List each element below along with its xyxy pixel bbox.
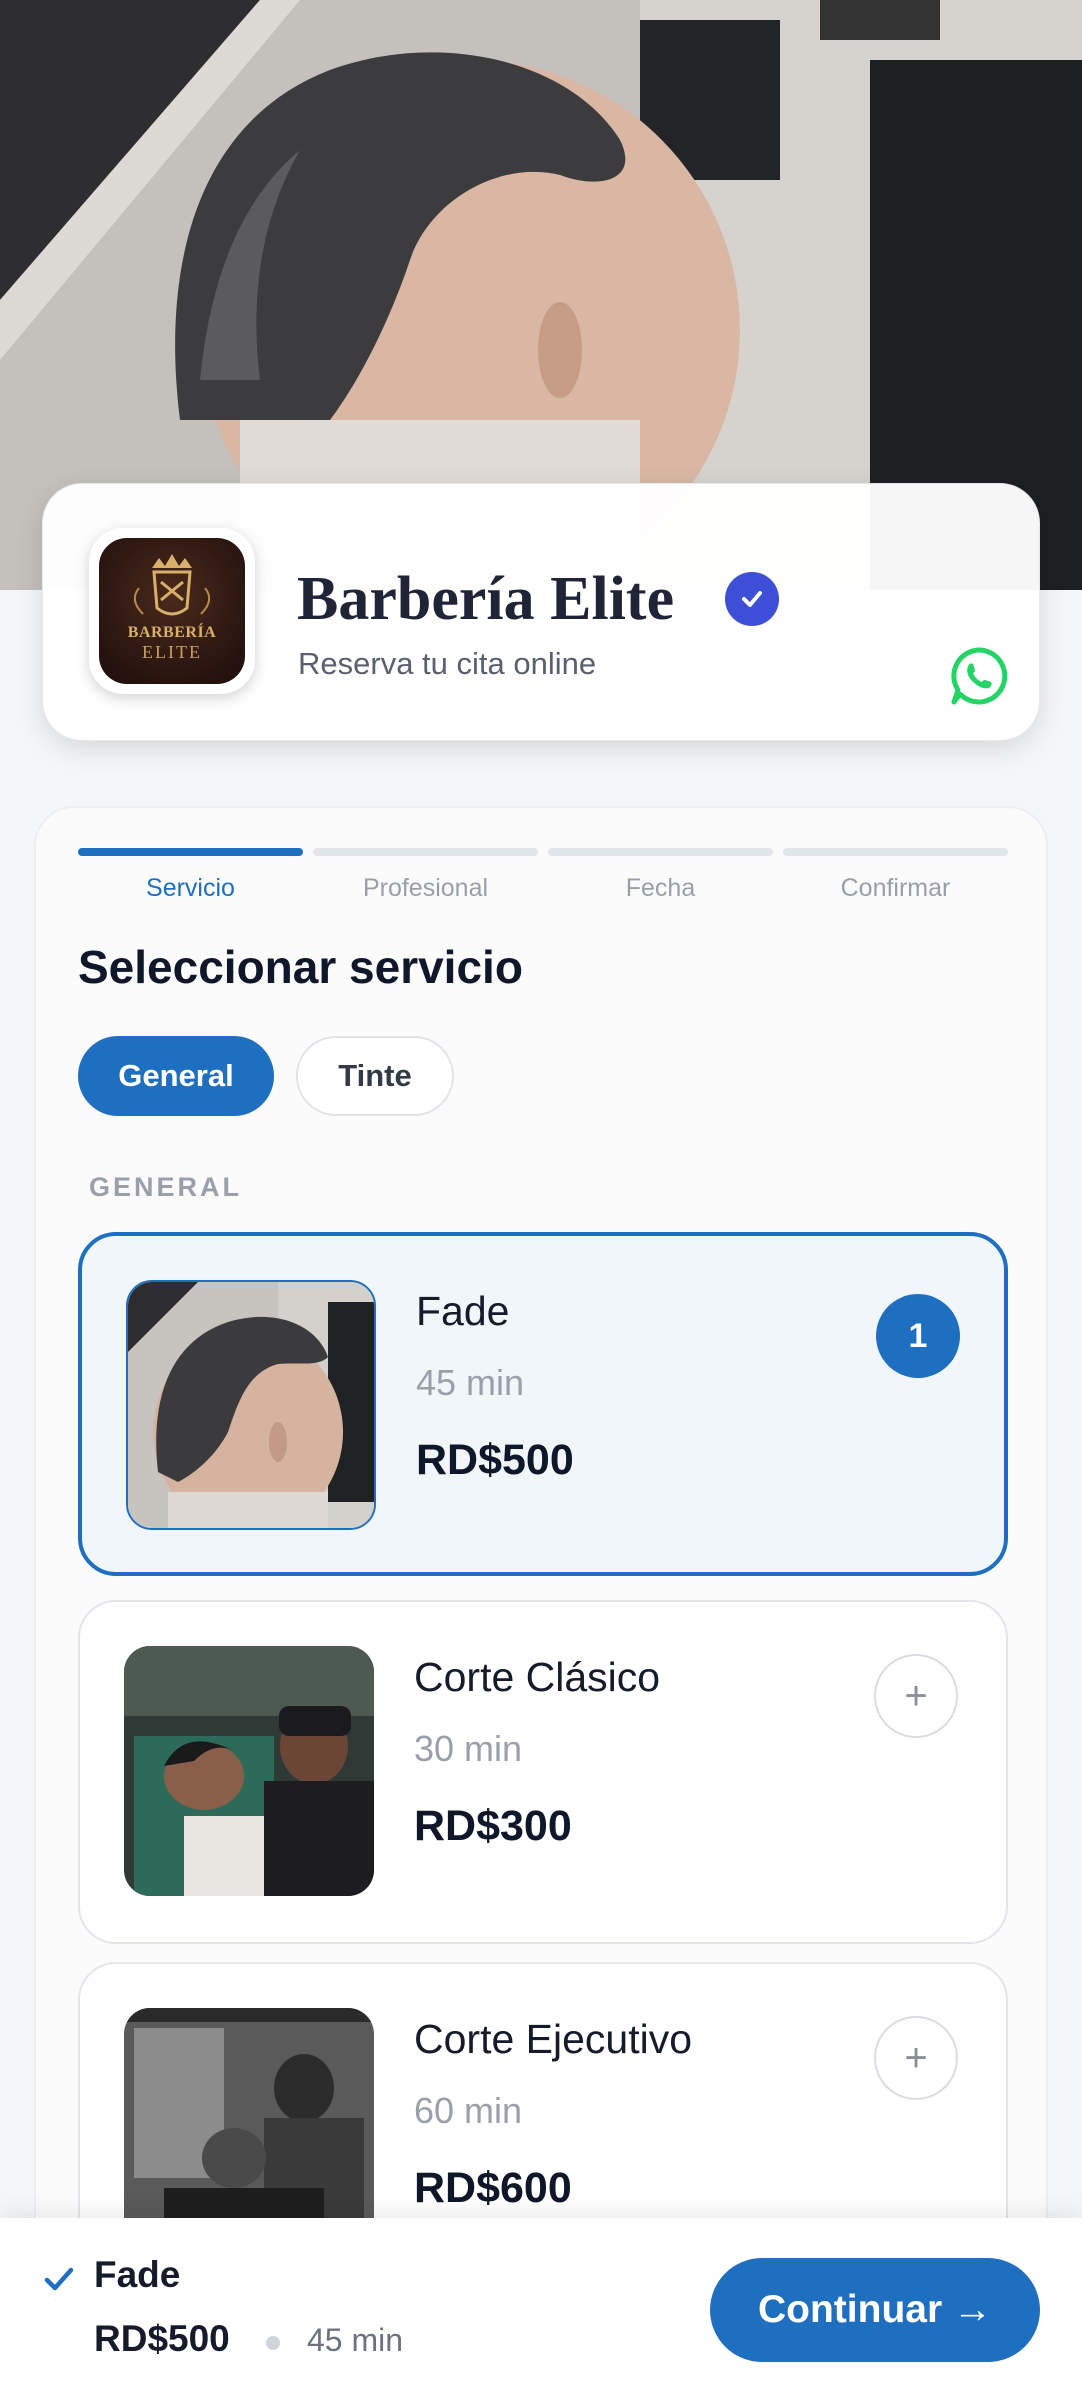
service-name: Corte Ejecutivo <box>414 2016 693 2062</box>
category-chip-general[interactable]: General <box>78 1036 274 1116</box>
service-thumbnail <box>126 1280 376 1530</box>
step-bar <box>78 848 303 856</box>
service-card-corte-clasico[interactable]: Corte Clásico 30 min RD$300 + <box>78 1600 1008 1944</box>
selected-count-badge[interactable]: 1 <box>876 1294 960 1378</box>
step-bar <box>313 848 538 856</box>
service-price: RD$300 <box>414 1802 572 1850</box>
step-fecha[interactable]: Fecha <box>548 848 773 903</box>
service-duration: 60 min <box>414 2090 523 2131</box>
whatsapp-icon[interactable] <box>946 644 1010 708</box>
brand-logo: BARBERÍA ELITE <box>89 528 255 694</box>
category-chip-tinte[interactable]: Tinte <box>296 1036 454 1116</box>
service-name: Corte Clásico <box>414 1654 661 1700</box>
booking-panel: Servicio Profesional Fecha Confirmar Sel… <box>34 806 1048 2402</box>
service-price: RD$500 <box>416 1436 574 1484</box>
step-label: Confirmar <box>840 874 951 902</box>
brand-name: Barbería Elite <box>297 565 675 633</box>
step-profesional[interactable]: Profesional <box>313 848 538 903</box>
service-thumbnail <box>124 1646 374 1896</box>
service-duration: 30 min <box>414 1728 523 1769</box>
continue-button[interactable]: Continuar → <box>710 2258 1040 2362</box>
step-servicio[interactable]: Servicio <box>78 848 303 903</box>
service-duration: 45 min <box>416 1362 525 1403</box>
verified-badge-icon <box>725 572 779 626</box>
step-confirmar[interactable]: Confirmar <box>783 848 1008 903</box>
summary-duration: 45 min <box>307 2322 404 2358</box>
separator-dot <box>266 2336 280 2350</box>
step-label: Servicio <box>146 874 235 902</box>
booking-summary-bar: Fade RD$500 45 min Continuar → <box>0 2218 1082 2402</box>
logo-text-bottom: ELITE <box>142 642 202 662</box>
summary-service-name: Fade <box>94 2254 181 2295</box>
add-service-button[interactable]: + <box>874 1654 958 1738</box>
step-bar <box>548 848 773 856</box>
group-label: GENERAL <box>89 1172 243 1202</box>
brand-card: BARBERÍA ELITE Barbería Elite Reserva tu… <box>42 483 1040 741</box>
brand-tagline: Reserva tu cita online <box>298 646 597 681</box>
summary-price: RD$500 <box>94 2318 230 2359</box>
service-price: RD$600 <box>414 2164 572 2212</box>
service-name: Fade <box>416 1288 510 1334</box>
logo-text-top: BARBERÍA <box>127 624 217 641</box>
step-bar <box>783 848 1008 856</box>
service-card-fade[interactable]: Fade 45 min RD$500 1 <box>78 1232 1008 1576</box>
step-label: Profesional <box>362 874 489 902</box>
logo-emblem: BARBERÍA ELITE <box>99 538 245 684</box>
section-title: Seleccionar servicio <box>78 941 523 993</box>
add-service-button[interactable]: + <box>874 2016 958 2100</box>
step-label: Fecha <box>625 874 696 902</box>
check-icon <box>42 2262 76 2296</box>
